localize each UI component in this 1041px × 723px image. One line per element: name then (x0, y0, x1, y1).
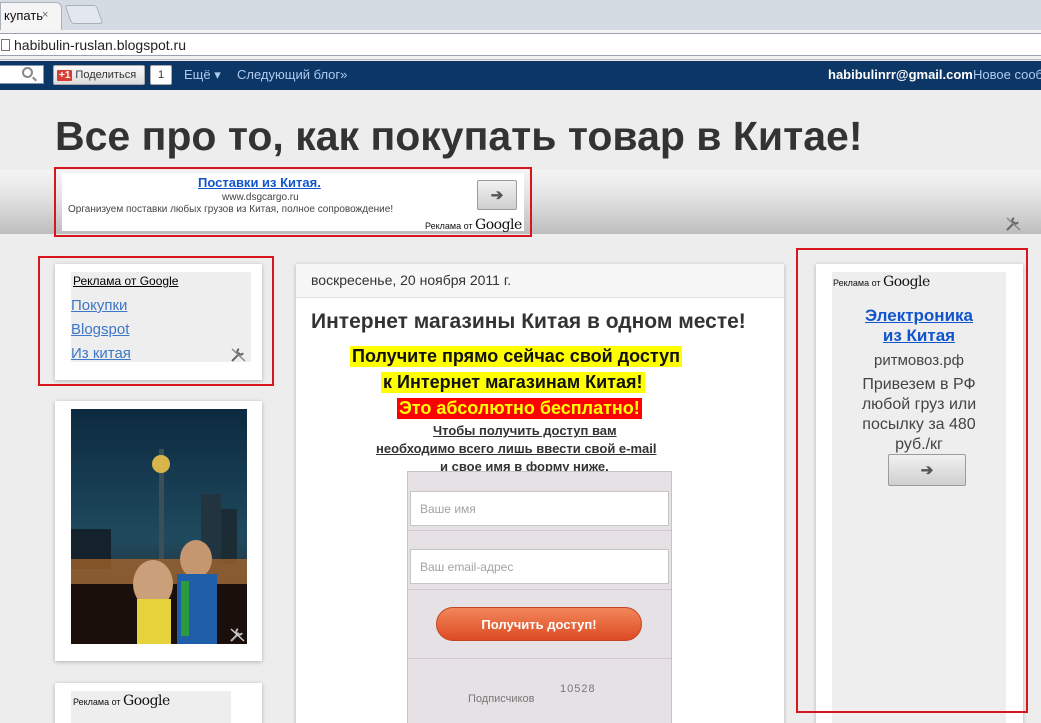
photo-widget (55, 401, 262, 661)
post-title[interactable]: Интернет магазины Китая в одном месте! (311, 310, 746, 334)
ads-by-google[interactable]: Реклама от Google (73, 693, 170, 709)
post-date-bar: воскресенье, 20 ноября 2011 г. (296, 264, 784, 298)
blogger-navbar: +1 Поделиться 1 Ещё ▾ Следующий блог» hab… (0, 61, 1041, 90)
arrow-right-icon: ➔ (490, 187, 504, 204)
bottom-left-ad-widget: Реклама от Google (55, 683, 262, 723)
new-tab-button[interactable] (64, 5, 104, 24)
promo-line-2: к Интернет магазинам Китая! (381, 372, 645, 393)
more-menu[interactable]: Ещё ▾ (184, 67, 221, 83)
header-ad: Поставки из Китая. www.dsgcargo.ru Орган… (62, 173, 524, 233)
navbar-search-input[interactable] (0, 65, 44, 84)
form-row: Ваш email-адрес (408, 531, 671, 590)
header-ad-arrow-button[interactable]: ➔ (477, 180, 517, 210)
search-icon[interactable] (22, 67, 33, 78)
blog-page: Все про то, как покупать товар в Китае! … (0, 90, 1041, 723)
header-ad-highlight: Поставки из Китая. www.dsgcargo.ru Орган… (54, 167, 532, 237)
left-ad-highlight (38, 256, 274, 386)
ads-by-google[interactable]: Реклама от Google (425, 217, 522, 233)
page-icon (1, 39, 10, 51)
profile-photo[interactable] (71, 409, 247, 644)
wrench-icon[interactable] (229, 626, 246, 643)
get-access-button[interactable]: Получить доступ! (436, 607, 642, 641)
promo-free-line: Это абсолютно бесплатно! (397, 398, 642, 419)
close-icon[interactable]: × (42, 9, 48, 21)
post: воскресенье, 20 ноября 2011 г. Интернет … (296, 264, 784, 723)
subscribers-label: Подписчиков (468, 693, 535, 705)
post-date: воскресенье, 20 ноября 2011 г. (311, 272, 512, 288)
google-plus-icon: +1 (57, 70, 73, 81)
form-row: Ваше имя (408, 472, 671, 531)
right-ad-highlight (796, 248, 1028, 713)
instruction-line-2: необходимо всего лишь ввести свой e-mail (376, 441, 657, 456)
tab-title: купать (4, 8, 44, 23)
address-bar: habibulin-ruslan.blogspot.ru (0, 30, 1041, 60)
subscribe-form: Ваше имя Ваш email-адрес Получить доступ… (407, 471, 672, 723)
new-post-link[interactable]: Новое сообщение (973, 67, 1041, 82)
wrench-icon[interactable] (1005, 215, 1022, 232)
header-ad-title[interactable]: Поставки из Китая. (198, 175, 321, 190)
blog-title[interactable]: Все про то, как покупать товар в Китае! (55, 113, 862, 160)
share-count: 1 (150, 65, 172, 85)
next-blog-link[interactable]: Следующий блог» (237, 67, 347, 82)
browser-tabstrip: купать × (0, 0, 1041, 30)
browser-tab[interactable]: купать × (0, 2, 62, 30)
user-email[interactable]: habibulinrr@gmail.com (828, 67, 973, 82)
subscribers-count: 10528 (560, 683, 596, 695)
share-label: Поделиться (75, 69, 137, 81)
form-divider (408, 658, 671, 659)
bottom-left-ad: Реклама от Google (71, 691, 231, 723)
header-ad-text: Организуем поставки любых грузов из Кита… (68, 204, 394, 215)
url-field[interactable]: habibulin-ruslan.blogspot.ru (0, 33, 1041, 56)
header-ad-url[interactable]: www.dsgcargo.ru (222, 192, 299, 203)
url-text: habibulin-ruslan.blogspot.ru (14, 37, 186, 53)
instruction-line-1: Чтобы получить доступ вам (433, 423, 617, 438)
promo-line-1: Получите прямо сейчас свой доступ (350, 346, 683, 367)
email-field[interactable]: Ваш email-адрес (410, 549, 669, 584)
name-field[interactable]: Ваше имя (410, 491, 669, 526)
share-button[interactable]: +1 Поделиться (53, 65, 145, 85)
